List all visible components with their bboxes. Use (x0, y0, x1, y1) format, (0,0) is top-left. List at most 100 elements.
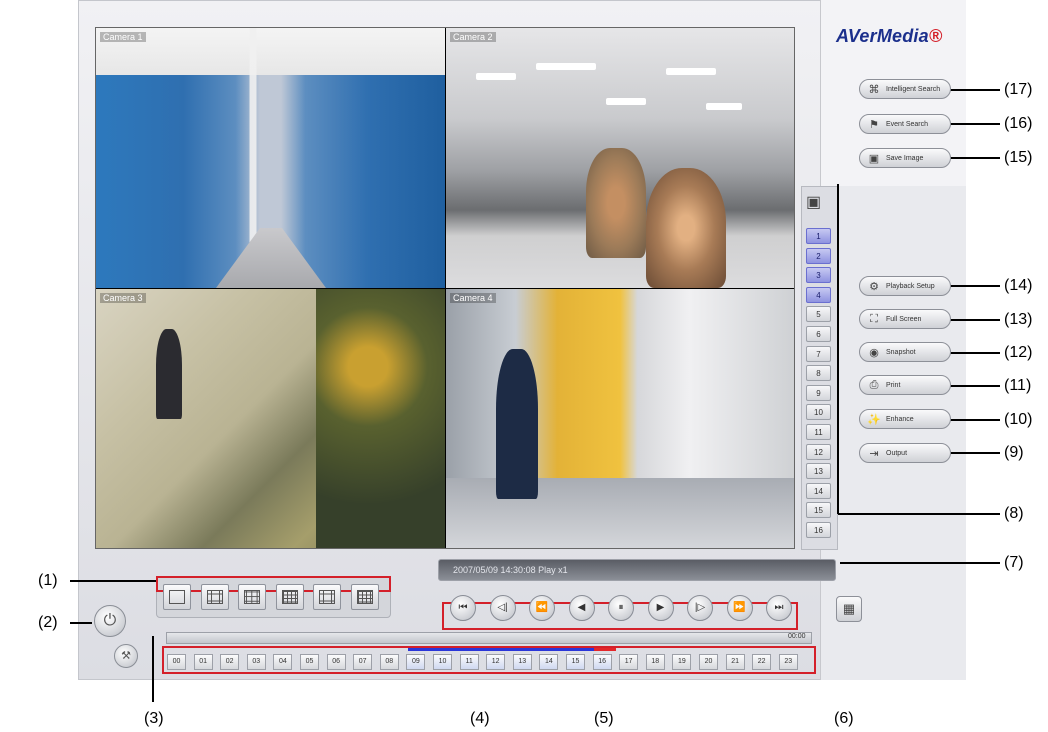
hour-button-18[interactable]: 18 (645, 654, 665, 670)
reverse-button[interactable]: ◀ (568, 595, 595, 621)
channel-button-3[interactable]: 3 (806, 267, 831, 284)
enhance-button[interactable]: ✨ Enhance (859, 409, 951, 429)
split-sixteen-button[interactable] (275, 584, 304, 610)
enhance-icon: ✨ (867, 413, 881, 426)
jump-end-icon: ⏭ (774, 602, 784, 613)
hour-button-20[interactable]: 20 (699, 654, 718, 670)
split-quad-button[interactable] (200, 584, 229, 610)
jump-start-button[interactable]: ⏮ (450, 595, 476, 621)
hour-button-06[interactable]: 06 (326, 654, 346, 670)
fullscreen-button[interactable]: ⛶ Full Screen (859, 309, 951, 329)
hour-button-10[interactable]: 10 (433, 654, 452, 670)
hour-button-21[interactable]: 21 (725, 654, 745, 670)
hour-button-03[interactable]: 03 (246, 654, 266, 670)
callout-label: (3) (144, 710, 164, 727)
hour-button-19[interactable]: 19 (672, 654, 692, 670)
step-back-button[interactable]: ◁| (489, 595, 516, 621)
playback-setup-button[interactable]: ⚙ Playback Setup (859, 276, 951, 296)
fast-forward-button[interactable]: ⏩ (726, 595, 753, 621)
channel-button-4[interactable]: 4 (806, 286, 831, 303)
split-single-icon (169, 590, 185, 604)
hour-button-02[interactable]: 02 (220, 654, 240, 670)
button-label: Snapshot (886, 348, 916, 356)
callout-label: (16) (1004, 115, 1033, 132)
calendar-button[interactable]: ▦ (836, 596, 862, 622)
split-one-plus-five-button[interactable] (313, 584, 341, 610)
hour-button-13[interactable]: 13 (512, 654, 532, 670)
split-single-button[interactable] (163, 584, 191, 610)
hour-button-05[interactable]: 05 (300, 654, 319, 670)
camera-select-icon[interactable]: ▣ (806, 192, 821, 212)
timeline-slider[interactable] (166, 632, 812, 644)
hour-button-01[interactable]: 01 (193, 654, 213, 670)
hour-button-22[interactable]: 22 (752, 654, 772, 670)
hour-button-11[interactable]: 11 (459, 654, 479, 670)
step-back-icon: ◁| (497, 602, 508, 613)
hour-button-16[interactable]: 16 (592, 654, 612, 670)
snapshot-icon: ◉ (869, 346, 879, 359)
callout-label: (13) (1004, 311, 1033, 328)
split-nine-icon (244, 590, 260, 604)
camera-view-1[interactable]: Camera 1 (96, 28, 445, 288)
callout-label: (12) (1004, 344, 1033, 361)
channel-button-14[interactable]: 14 (806, 482, 831, 499)
hour-button-04[interactable]: 04 (273, 654, 293, 670)
channel-button-12[interactable]: 12 (806, 443, 831, 460)
channel-button-10[interactable]: 10 (806, 404, 831, 421)
callout-label: (17) (1004, 81, 1033, 98)
channel-button-9[interactable]: 9 (806, 384, 831, 401)
snapshot-button[interactable]: ◉ Snapshot (859, 342, 951, 362)
play-button[interactable]: ▶ (647, 595, 674, 621)
hour-button-07[interactable]: 07 (353, 654, 373, 670)
button-label: Intelligent Search (886, 85, 941, 93)
hour-button-17[interactable]: 17 (619, 654, 639, 670)
camera-view-4[interactable]: Camera 4 (446, 289, 794, 548)
tool-button[interactable]: ⚒ (114, 644, 138, 668)
print-button[interactable]: ⎙ Print (859, 375, 951, 395)
fast-rewind-button[interactable]: ⏪ (529, 595, 555, 621)
jump-end-button[interactable]: ⏭ (766, 595, 792, 621)
channel-button-1[interactable]: 1 (806, 228, 831, 244)
camera-label: Camera 3 (100, 293, 146, 303)
hour-button-08[interactable]: 08 (379, 654, 399, 670)
split-nine-button[interactable] (238, 584, 266, 610)
hour-button-09[interactable]: 09 (406, 654, 426, 670)
channel-button-8[interactable]: 8 (806, 365, 831, 382)
split-thirteen-button[interactable] (350, 584, 379, 610)
save-image-button[interactable]: ▣ Save Image (859, 148, 951, 168)
channel-button-7[interactable]: 7 (806, 345, 831, 362)
button-label: Playback Setup (886, 282, 935, 290)
channel-button-15[interactable]: 15 (806, 502, 831, 519)
button-label: Full Screen (886, 315, 922, 323)
step-forward-button[interactable]: |▷ (687, 595, 713, 621)
channel-button-16[interactable]: 16 (806, 522, 831, 538)
hour-button-12[interactable]: 12 (486, 654, 506, 670)
jump-start-icon: ⏮ (458, 602, 468, 613)
hour-button-00[interactable]: 00 (167, 654, 186, 670)
hour-button-23[interactable]: 23 (778, 654, 798, 670)
camera-label: Camera 2 (450, 32, 496, 42)
channel-button-5[interactable]: 5 (806, 306, 831, 323)
camera-view-3[interactable]: Camera 3 (96, 289, 445, 548)
power-button[interactable]: ⏻ (94, 605, 126, 637)
play-icon: ▶ (656, 602, 665, 613)
channel-button-2[interactable]: 2 (806, 247, 831, 264)
split-quad-icon (206, 590, 223, 604)
search-camera-button[interactable]: ⌘ Intelligent Search (859, 79, 951, 99)
channel-button-11[interactable]: 11 (806, 424, 831, 440)
channel-button-6[interactable]: 6 (806, 326, 831, 342)
hour-button-15[interactable]: 15 (566, 654, 585, 670)
search-camera-icon: ⌘ (868, 83, 880, 96)
button-label: Save Image (886, 154, 924, 162)
channel-button-13[interactable]: 13 (806, 463, 831, 480)
pause-button[interactable]: ⏸ (608, 595, 634, 621)
event-search-icon: ⚑ (869, 118, 879, 131)
camera-view-2[interactable]: Camera 2 (446, 28, 794, 288)
hour-button-14[interactable]: 14 (539, 654, 559, 670)
split-one-plus-five-icon (319, 590, 335, 604)
callout-label: (8) (1004, 505, 1024, 522)
callout-label: (4) (470, 710, 490, 727)
event-search-button[interactable]: ⚑ Event Search (859, 114, 951, 134)
wrench-icon: ⚒ (121, 650, 131, 662)
output-button[interactable]: ⇥ Output (859, 443, 951, 463)
